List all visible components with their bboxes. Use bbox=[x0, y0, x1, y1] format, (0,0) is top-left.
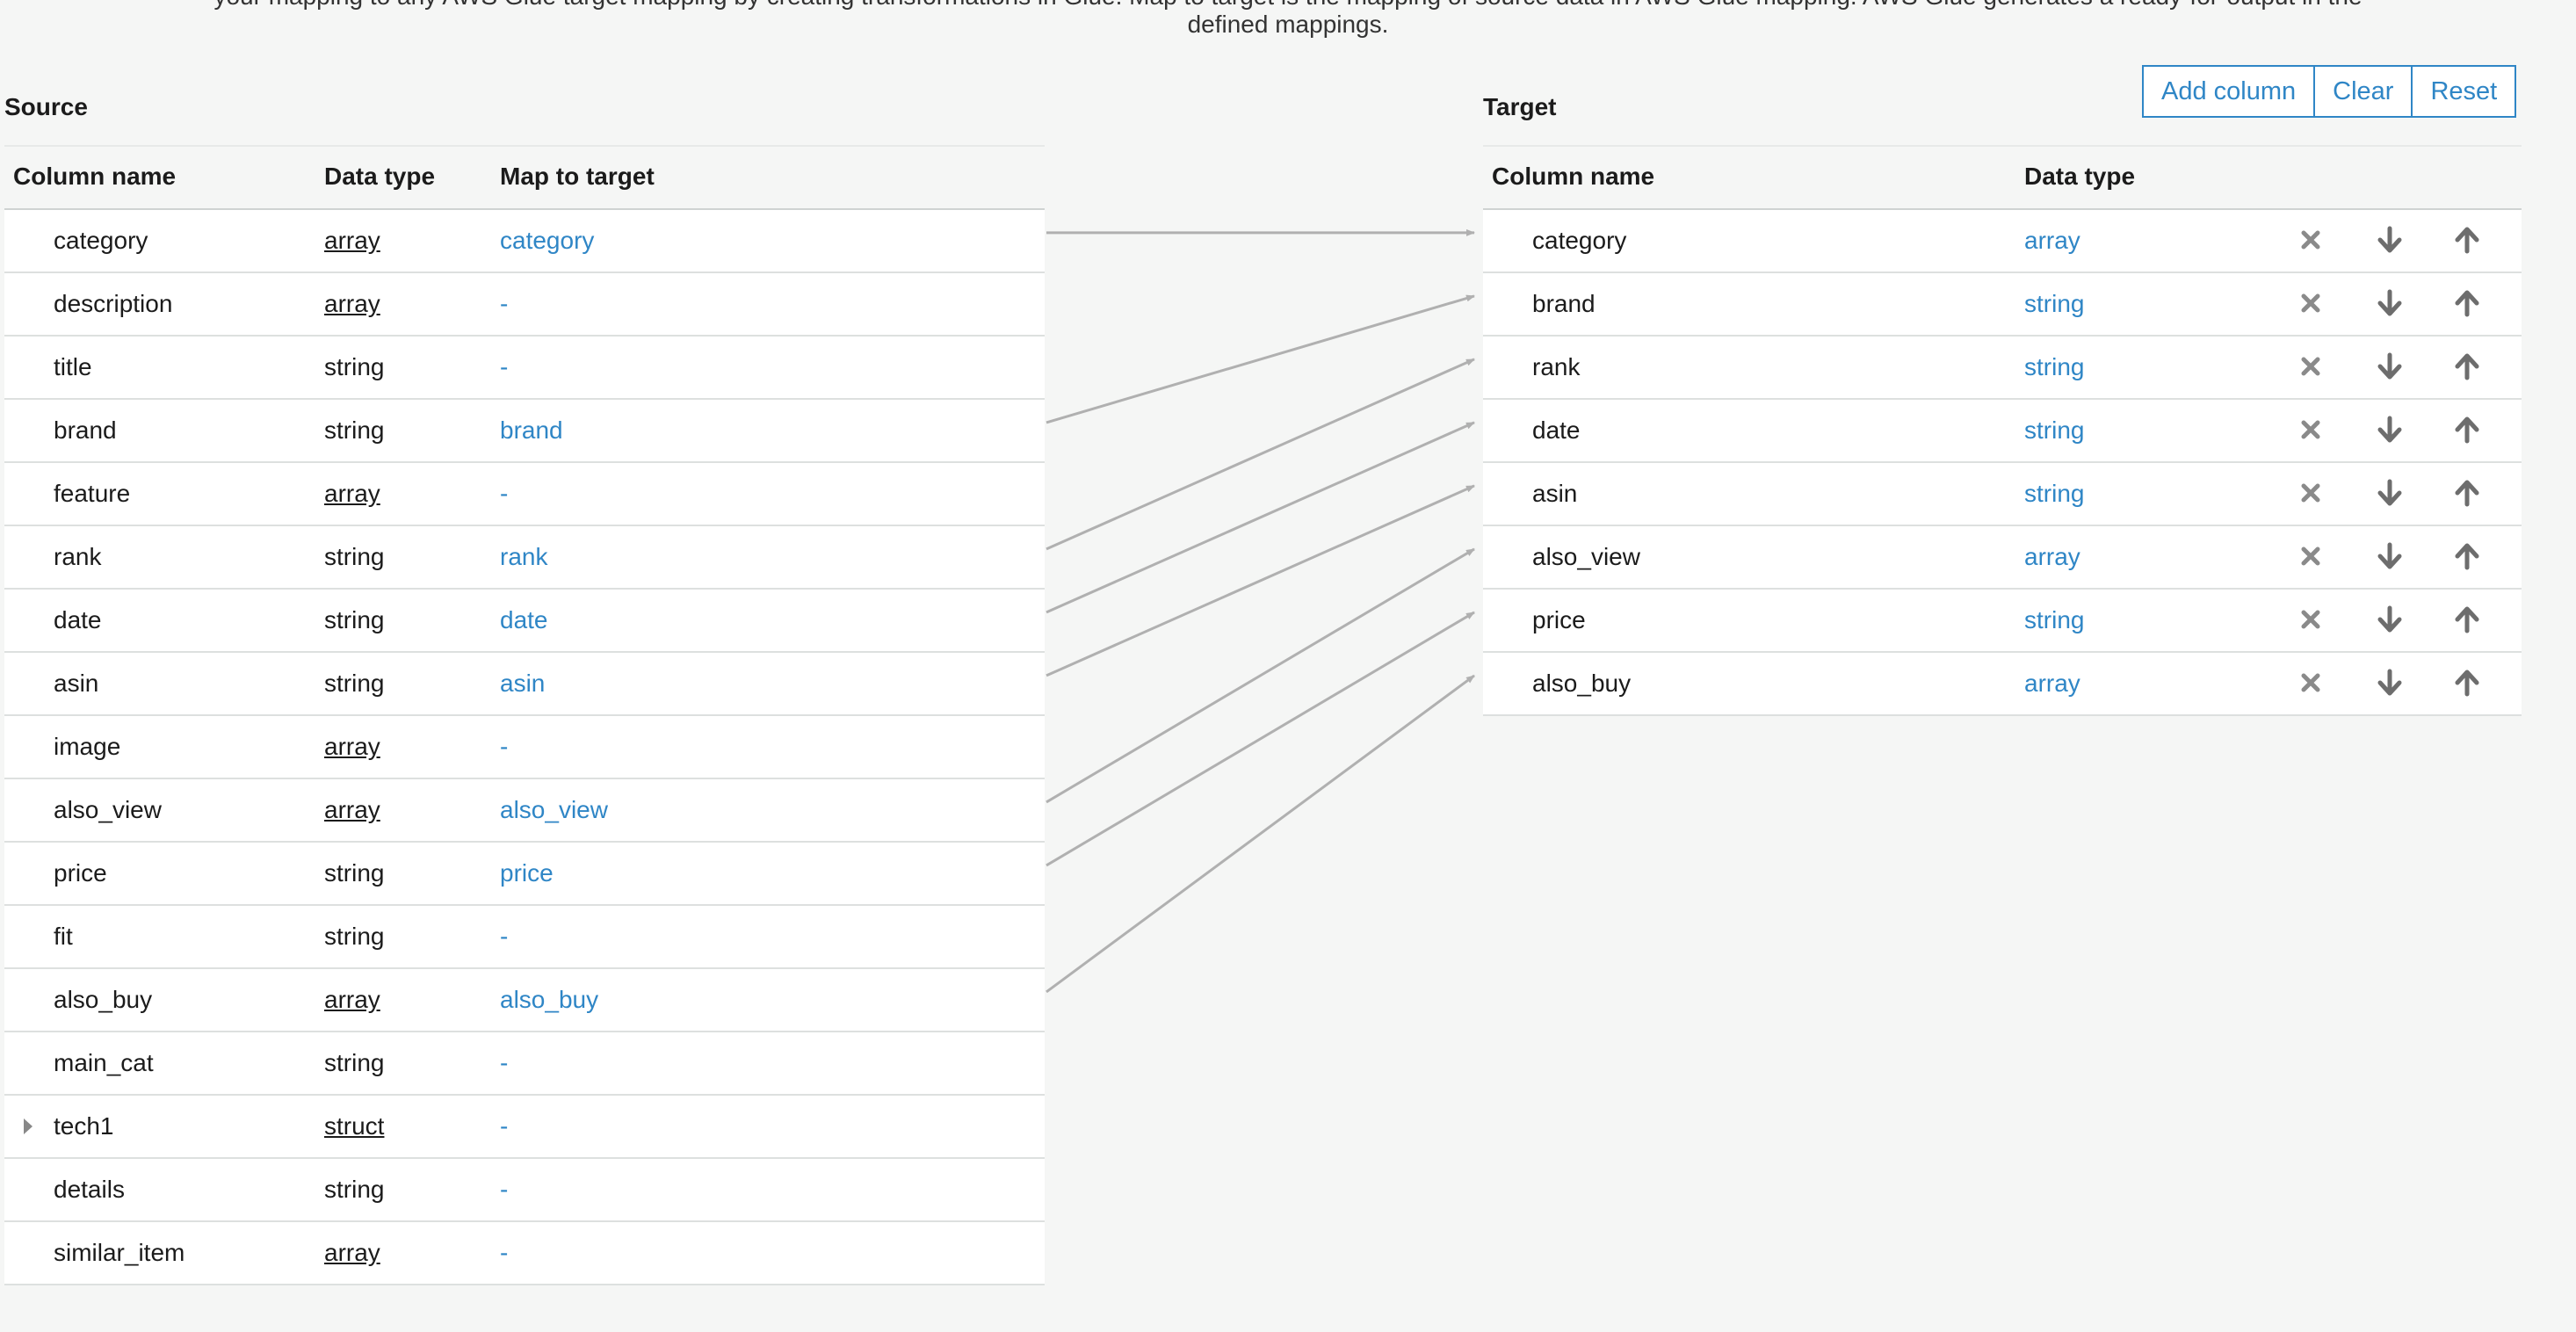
mapping-connectors bbox=[1046, 228, 1475, 994]
mapping-connector-also-buy bbox=[1046, 674, 1475, 994]
mapping-connector-date bbox=[1046, 421, 1475, 614]
mapping-connector-asin bbox=[1046, 484, 1475, 677]
mapping-connector-rank bbox=[1046, 358, 1475, 551]
mapping-connector-price bbox=[1046, 611, 1475, 867]
mapping-connector-also-view bbox=[1046, 547, 1475, 804]
mapping-connector-brand bbox=[1046, 294, 1475, 424]
